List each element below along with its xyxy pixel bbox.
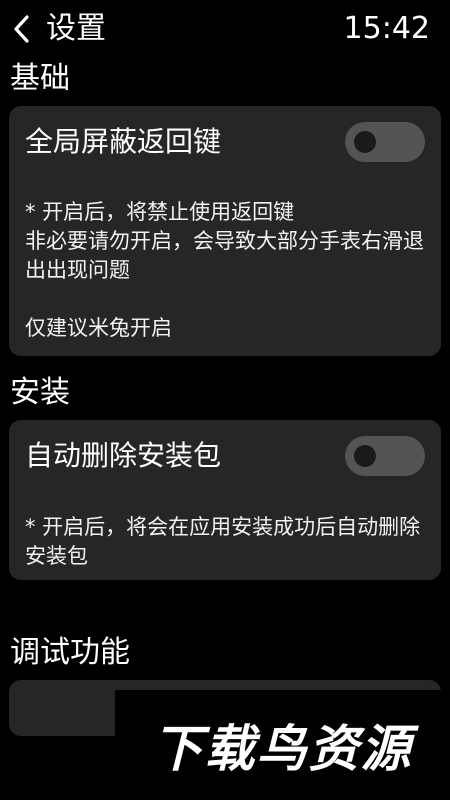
description-line: 仅建议米兔开启: [25, 316, 172, 340]
setting-label-auto-delete: 自动删除安装包: [25, 439, 222, 472]
toggle-knob: [354, 131, 376, 153]
chevron-left-icon: [14, 15, 29, 43]
watermark-logo: 下载鸟资源: [115, 690, 450, 800]
setting-row-block-back[interactable]: 全局屏蔽返回键: [25, 122, 425, 162]
setting-description-auto-delete: * 开启后，将会在应用安装成功后自动删除安装包: [25, 515, 421, 568]
setting-row-auto-delete[interactable]: 自动删除安装包: [25, 436, 425, 476]
card-install: 自动删除安装包 * 开启后，将会在应用安装成功后自动删除安装包: [9, 420, 441, 580]
clock-time: 15:42: [343, 11, 430, 46]
section-title-debug: 调试功能: [10, 635, 130, 670]
toggle-knob: [354, 445, 376, 467]
setting-label-block-back: 全局屏蔽返回键: [25, 125, 222, 158]
section-title-install: 安装: [10, 375, 70, 410]
page-title: 设置: [46, 11, 106, 46]
section-title-basic: 基础: [10, 61, 70, 96]
description-line: * 开启后，将禁止使用返回键: [25, 200, 295, 224]
setting-description-block-back: * 开启后，将禁止使用返回键 非必要请勿开启，会导致大部分手表右滑退出出现问题 …: [25, 198, 427, 343]
description-line: 非必要请勿开启，会导致大部分手表右滑退出出现问题: [25, 229, 424, 282]
toggle-block-back[interactable]: [345, 122, 425, 162]
back-button[interactable]: [8, 12, 34, 46]
watermark-text: 下载鸟资源: [152, 720, 413, 778]
card-basic: 全局屏蔽返回键 * 开启后，将禁止使用返回键 非必要请勿开启，会导致大部分手表右…: [9, 106, 441, 356]
toggle-auto-delete[interactable]: [345, 436, 425, 476]
header-bar: 设置 15:42: [0, 0, 450, 58]
